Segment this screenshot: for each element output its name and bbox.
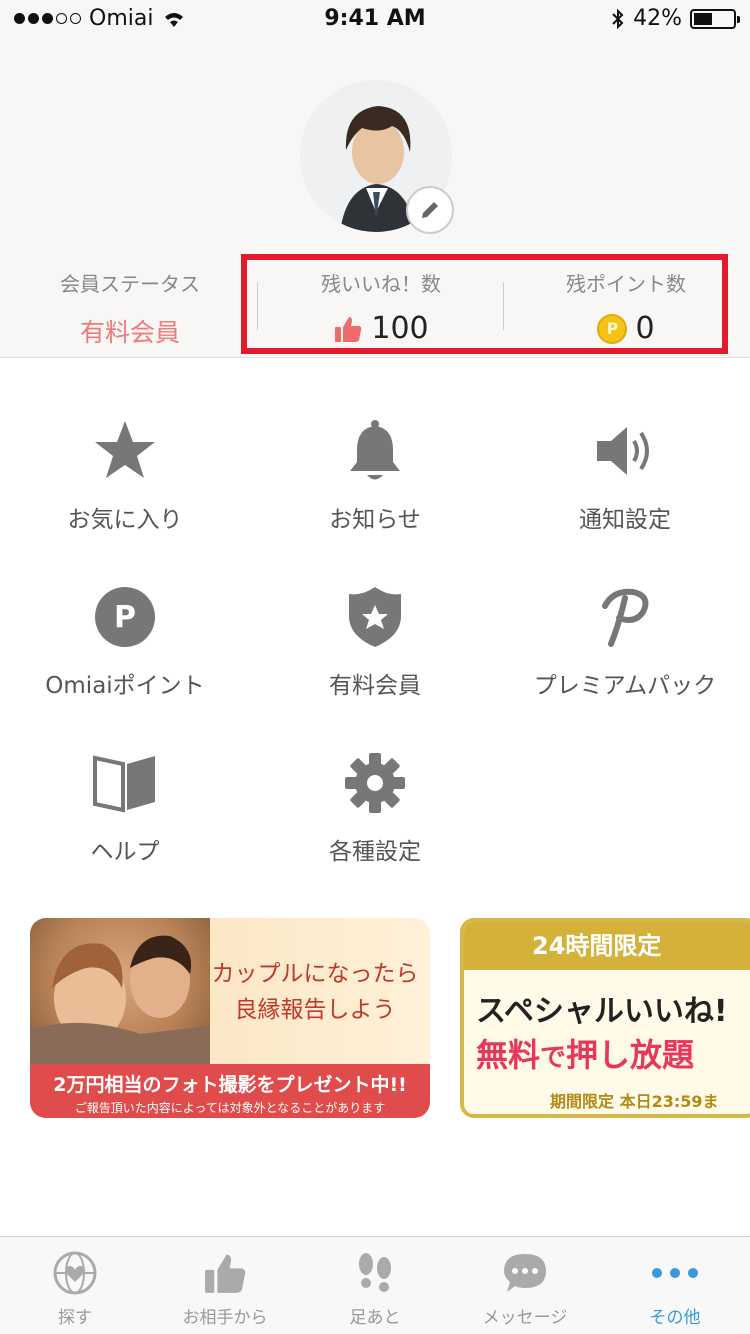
banner-footer: 2万円相当のフォト撮影をプレゼント中!! ご報告頂いた内容によっては対象外となる… — [30, 1064, 430, 1118]
member-status-label: 会員ステータス — [60, 272, 200, 296]
menu-item-premium-pack[interactable]: プレミアムパック — [500, 582, 750, 700]
menu-label: プレミアムパック — [533, 673, 717, 699]
menu-item-help[interactable]: ヘルプ — [0, 748, 250, 866]
banner-couple-report[interactable]: カップルになったら 良縁報告しよう 2万円相当のフォト撮影をプレゼント中!! ご… — [30, 918, 430, 1118]
profile-header: 会員ステータス 有料会員 残いいね！数 100 残ポイント数 P 0 — [0, 40, 750, 358]
menu-label: 通知設定 — [579, 507, 671, 533]
svg-text:P: P — [114, 600, 136, 635]
tab-bar: 探す お相手から 足あと メッセージ その他 — [0, 1236, 750, 1334]
banner-footer: 期間限定 本日23:59ま — [550, 1092, 719, 1111]
banner-header: 24時間限定 — [464, 922, 750, 970]
menu-label: お知らせ — [329, 507, 421, 533]
thumbs-up-icon — [205, 1254, 246, 1293]
banner-special-likes[interactable]: 24時間限定 スペシャルいいね! 無料で押し放題 期間限定 本日23:59ま — [460, 918, 750, 1118]
shield-star-icon — [349, 587, 401, 647]
menu-label: Omiaiポイント — [45, 673, 205, 699]
battery-info: 42% — [611, 6, 740, 31]
tab-label: 足あと — [349, 1308, 401, 1328]
highlight-box — [241, 254, 728, 354]
tab-label: お相手から — [182, 1308, 268, 1328]
bluetooth-icon — [612, 8, 624, 29]
menu-item-paid-member[interactable]: 有料会員 — [250, 582, 500, 700]
banner-line: スペシャルいいね! — [476, 994, 728, 1029]
member-status-value: 有料会員 — [79, 318, 180, 347]
more-icon — [652, 1268, 698, 1278]
tab-label: メッセージ — [482, 1308, 568, 1328]
menu-item-favorites[interactable]: お気に入り — [0, 416, 250, 534]
chat-bubble-icon — [504, 1254, 546, 1292]
gear-icon — [345, 753, 405, 813]
menu-label: お気に入り — [67, 507, 183, 533]
tab-messages[interactable]: メッセージ — [450, 1237, 600, 1334]
tab-label: 探す — [58, 1308, 92, 1328]
bell-icon — [350, 420, 400, 480]
menu-item-notification-settings[interactable]: 通知設定 — [500, 416, 750, 534]
battery-icon — [690, 8, 740, 29]
menu-item-omiai-points[interactable]: P Omiaiポイント — [0, 582, 250, 700]
banner-footer-note: ご報告頂いた内容によっては対象外となることがあります — [74, 1101, 386, 1115]
premium-p-icon — [602, 588, 649, 647]
menu-label: ヘルプ — [90, 839, 160, 865]
tab-label: その他 — [649, 1308, 701, 1328]
pencil-icon — [422, 202, 438, 218]
menu-label: 有料会員 — [329, 673, 421, 699]
banner-line: 良縁報告しよう — [234, 997, 396, 1023]
globe-heart-icon — [53, 1251, 97, 1295]
menu-label: 各種設定 — [329, 839, 421, 865]
star-icon — [95, 421, 155, 478]
edit-profile-button[interactable] — [406, 186, 454, 234]
status-bar: Omiai 9:41 AM 42% — [0, 0, 750, 40]
banner-line: カップルになったら — [211, 961, 419, 987]
menu-item-notices[interactable]: お知らせ — [250, 416, 500, 534]
member-status: 会員ステータス 有料会員 — [30, 268, 230, 349]
tab-more[interactable]: その他 — [600, 1237, 750, 1334]
footprints-icon — [359, 1253, 391, 1292]
tab-from-partner[interactable]: お相手から — [150, 1237, 300, 1334]
banner-footer-main: 2万円相当のフォト撮影をプレゼント中!! — [53, 1074, 407, 1096]
battery-percent: 42% — [633, 6, 682, 31]
tab-footprints[interactable]: 足あと — [300, 1237, 450, 1334]
banner-line: 無料で押し放題 — [476, 1036, 695, 1074]
book-icon — [93, 755, 155, 813]
tab-search[interactable]: 探す — [0, 1237, 150, 1334]
point-icon: P — [95, 587, 155, 647]
couple-photo — [30, 918, 210, 1064]
menu-item-settings[interactable]: 各種設定 — [250, 748, 500, 866]
speaker-icon — [597, 427, 649, 475]
